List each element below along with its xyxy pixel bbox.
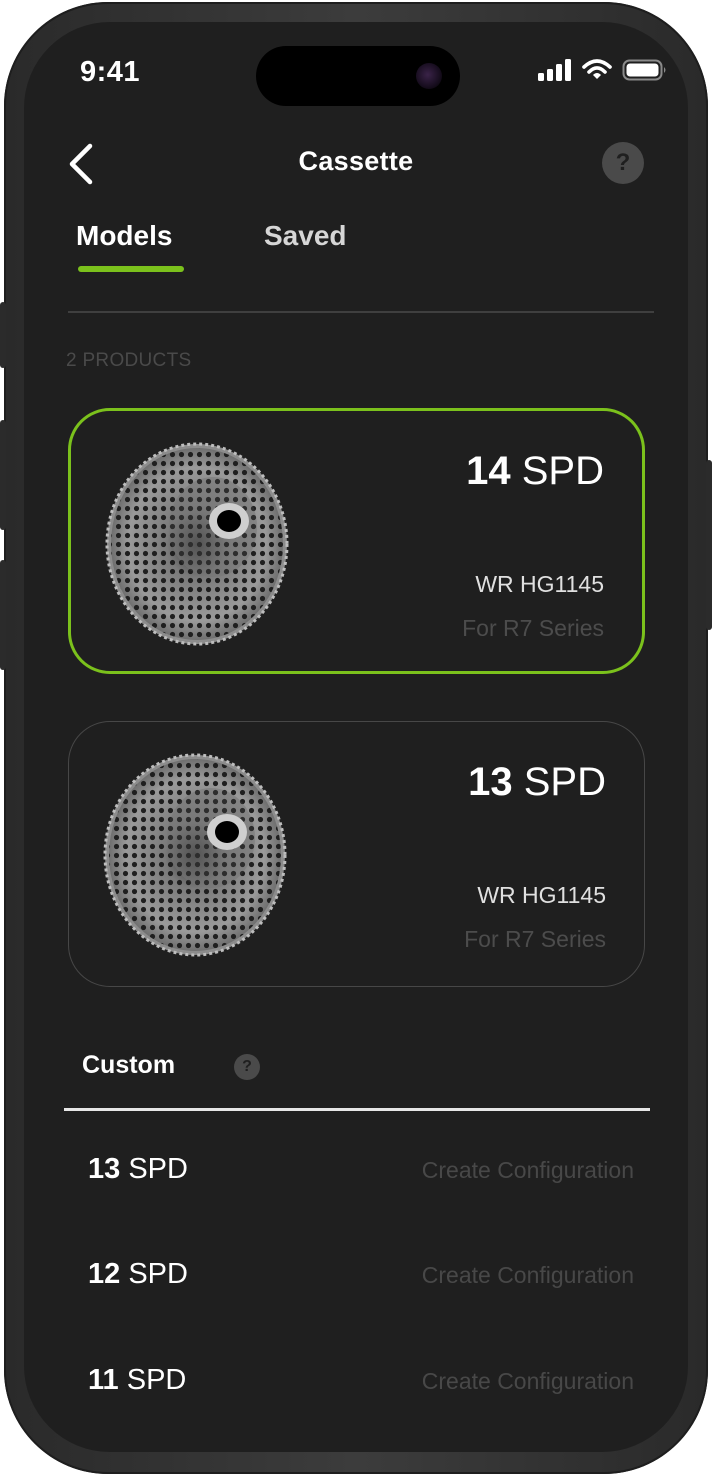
custom-row[interactable]: 11 SPD Create Configuration <box>24 1354 688 1414</box>
speed-unit: SPD <box>126 1364 187 1396</box>
tab-models[interactable]: Models <box>76 220 172 252</box>
wifi-icon <box>582 59 612 79</box>
speed-unit: SPD <box>523 760 606 804</box>
page-title: Cassette <box>298 146 414 176</box>
custom-heading: Custom <box>82 1051 176 1079</box>
custom-divider <box>64 1108 650 1111</box>
model-name: WR HG1145 <box>477 882 606 908</box>
custom-row-speed: 13 SPD <box>88 1153 188 1186</box>
status-time: 9:41 <box>80 56 141 88</box>
speed-unit: SPD <box>128 1258 188 1290</box>
tab-saved[interactable]: Saved <box>264 220 347 252</box>
speed-unit: SPD <box>521 449 604 493</box>
dynamic-island <box>256 46 460 106</box>
speed-title: 13 SPD <box>468 760 606 805</box>
help-button[interactable]: ? <box>602 142 644 184</box>
custom-row-speed: 12 SPD <box>88 1258 188 1291</box>
custom-row-speed: 11 SPD <box>88 1364 186 1397</box>
action-button <box>0 302 6 368</box>
cassette-image <box>105 442 289 646</box>
model-name: WR HG1145 <box>475 571 604 597</box>
app-screen: 9:41 Cassette ? Models Saved 2 PRODUCTS <box>24 22 688 1452</box>
volume-down-button <box>0 560 6 670</box>
series-text: For R7 Series <box>462 615 604 641</box>
cellular-signal-icon <box>538 59 571 81</box>
question-mark-icon: ? <box>242 1058 252 1075</box>
speed-number: 14 <box>466 449 511 493</box>
product-card[interactable]: 14 SPD WR HG1145 For R7 Series <box>68 408 645 674</box>
question-mark-icon: ? <box>615 149 631 176</box>
speed-number: 12 <box>88 1258 121 1290</box>
create-configuration-link[interactable]: Create Configuration <box>422 1157 634 1184</box>
speed-number: 13 <box>468 760 513 804</box>
speed-unit: SPD <box>128 1153 188 1185</box>
products-count: 2 PRODUCTS <box>66 350 192 371</box>
status-icons <box>538 58 668 82</box>
create-configuration-link[interactable]: Create Configuration <box>422 1262 634 1289</box>
speed-number: 13 <box>88 1153 121 1185</box>
front-camera <box>416 63 442 89</box>
series-text: For R7 Series <box>464 926 606 952</box>
volume-up-button <box>0 420 6 530</box>
custom-row[interactable]: 12 SPD Create Configuration <box>24 1248 688 1308</box>
tabs-divider <box>68 311 654 313</box>
cassette-image <box>103 753 287 957</box>
speed-title: 14 SPD <box>466 449 604 494</box>
power-button <box>706 460 712 630</box>
active-tab-indicator <box>78 266 184 272</box>
custom-row[interactable]: 13 SPD Create Configuration <box>24 1143 688 1203</box>
create-configuration-link[interactable]: Create Configuration <box>422 1368 634 1395</box>
custom-help-button[interactable]: ? <box>234 1054 260 1080</box>
speed-number: 11 <box>88 1364 119 1396</box>
product-card[interactable]: 13 SPD WR HG1145 For R7 Series <box>68 721 645 987</box>
battery-icon <box>622 59 666 81</box>
